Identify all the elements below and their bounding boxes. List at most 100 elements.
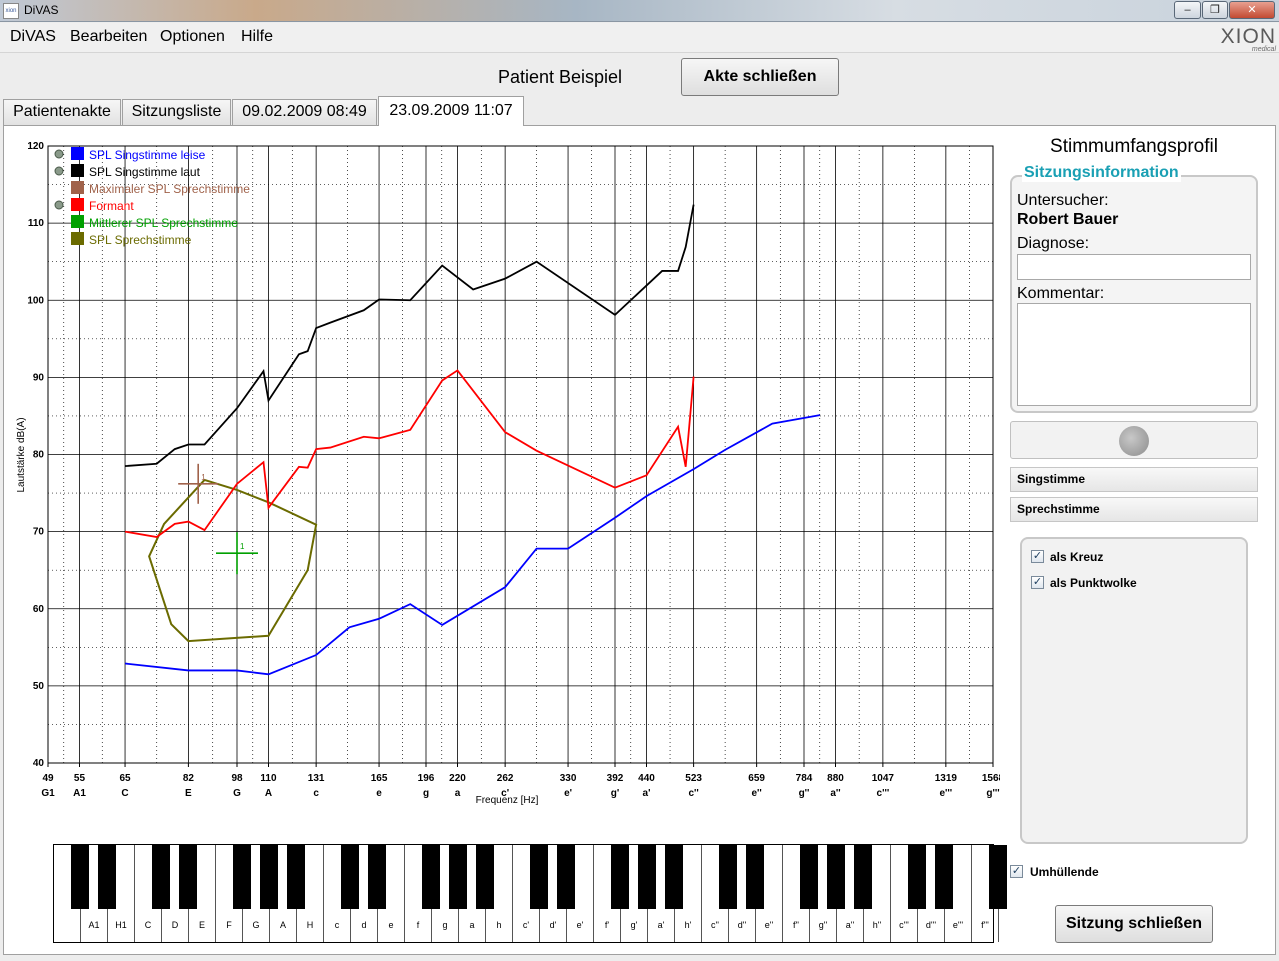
close-session-button[interactable]: Sitzung schließen bbox=[1055, 905, 1213, 943]
y-tick-label: 90 bbox=[33, 372, 45, 383]
x-tick-label-note: e''' bbox=[939, 788, 952, 799]
piano-key-label: g'' bbox=[818, 920, 828, 930]
x-tick-label-note: C bbox=[121, 788, 128, 799]
x-tick-label-note: g''' bbox=[986, 788, 999, 799]
piano-key-label: c bbox=[334, 920, 340, 930]
piano-key-label: d' bbox=[549, 920, 557, 930]
piano-black-key[interactable] bbox=[179, 845, 197, 909]
piano-black-key[interactable] bbox=[800, 845, 818, 909]
x-tick-label-note: a'' bbox=[830, 788, 840, 799]
legend-label: Mittlerer SPL Sprechstimme bbox=[89, 216, 238, 230]
x-tick-label-hz: 165 bbox=[371, 773, 388, 784]
legend-swatch bbox=[71, 232, 84, 245]
xion-logo: XION medical bbox=[1220, 25, 1276, 53]
legend-label: Formant bbox=[89, 199, 134, 213]
piano-black-key[interactable] bbox=[719, 845, 737, 909]
piano-black-key[interactable] bbox=[854, 845, 872, 909]
piano-black-key[interactable] bbox=[530, 845, 548, 909]
als-kreuz-checkbox[interactable]: ✓ bbox=[1031, 550, 1044, 563]
maximize-button[interactable]: ❐ bbox=[1202, 1, 1228, 19]
piano-black-key[interactable] bbox=[422, 845, 440, 909]
piano-black-key[interactable] bbox=[368, 845, 386, 909]
panel-title: Stimmumfangsprofil bbox=[1050, 136, 1218, 157]
x-tick-label-note: e'' bbox=[751, 788, 761, 799]
diagnosis-label: Diagnose: bbox=[1017, 235, 1090, 252]
x-tick-label-hz: 392 bbox=[607, 773, 624, 784]
piano-black-key[interactable] bbox=[476, 845, 494, 909]
x-tick-label-note: A bbox=[265, 788, 272, 799]
legend-label: SPL Sprechstimme bbox=[89, 233, 192, 247]
piano-black-key[interactable] bbox=[665, 845, 683, 909]
y-tick-label: 80 bbox=[33, 450, 45, 461]
piano-keyboard[interactable]: A1 H1 C D E F G A Hc d e f g a h c' d' e' f' g' a' h' c'' d'' e'… bbox=[53, 844, 1007, 943]
sprechstimme-section[interactable]: Sprechstimme bbox=[1010, 497, 1258, 522]
als-punktwolke-label: als Punktwolke bbox=[1050, 576, 1137, 590]
legend-swatch bbox=[71, 198, 84, 211]
y-tick-label: 40 bbox=[33, 758, 45, 769]
comment-field[interactable] bbox=[1017, 303, 1251, 406]
x-tick-label-note: e bbox=[376, 788, 382, 799]
piano-black-key[interactable] bbox=[746, 845, 764, 909]
legend-label: SPL Singstimme leise bbox=[89, 148, 206, 162]
x-tick-label-hz: 49 bbox=[42, 773, 54, 784]
x-tick-label-hz: 196 bbox=[418, 773, 435, 784]
piano-key-label: e bbox=[388, 920, 394, 930]
x-tick-label-hz: 55 bbox=[74, 773, 86, 784]
legend-visibility-icon bbox=[54, 149, 64, 159]
x-tick-label-hz: 1568 bbox=[982, 773, 1000, 784]
legend-visibility-icon bbox=[54, 200, 64, 210]
piano-black-key[interactable] bbox=[935, 845, 953, 909]
piano-key-label: A1 bbox=[88, 920, 100, 930]
piano-key-label: f bbox=[416, 920, 420, 930]
x-tick-label-hz: 440 bbox=[638, 773, 655, 784]
piano-key-label: f''' bbox=[981, 920, 989, 930]
piano-black-key[interactable] bbox=[638, 845, 656, 909]
piano-key-label: D bbox=[171, 920, 179, 930]
piano-black-key[interactable] bbox=[152, 845, 170, 909]
legend-swatch bbox=[71, 215, 84, 228]
tab-session-2009-09-23[interactable]: 23.09.2009 11:07 bbox=[378, 96, 524, 126]
x-tick-label-hz: 131 bbox=[308, 773, 325, 784]
als-kreuz-label: als Kreuz bbox=[1050, 550, 1104, 564]
y-tick-label: 110 bbox=[28, 218, 45, 229]
umhuellende-checkbox[interactable]: ✓ bbox=[1010, 865, 1023, 878]
piano-black-key[interactable] bbox=[98, 845, 116, 909]
piano-black-key[interactable] bbox=[908, 845, 926, 909]
piano-black-key[interactable] bbox=[341, 845, 359, 909]
als-punktwolke-checkbox[interactable]: ✓ bbox=[1031, 576, 1044, 589]
piano-black-key[interactable] bbox=[287, 845, 305, 909]
x-tick-label-hz: 1319 bbox=[935, 773, 958, 784]
piano-black-key[interactable] bbox=[260, 845, 278, 909]
piano-black-key[interactable] bbox=[71, 845, 89, 909]
x-tick-label-hz: 330 bbox=[560, 773, 577, 784]
y-axis-label: Lautstärke dB(A) bbox=[16, 417, 27, 492]
piano-black-key[interactable] bbox=[611, 845, 629, 909]
piano-black-key[interactable] bbox=[233, 845, 251, 909]
marker-label-1: 1 bbox=[240, 542, 245, 551]
y-tick-label: 100 bbox=[27, 295, 44, 306]
y-tick-label: 70 bbox=[33, 527, 45, 538]
x-tick-label-note: a bbox=[455, 788, 461, 799]
y-tick-label: 120 bbox=[27, 141, 44, 152]
umhuellende-label: Umhüllende bbox=[1030, 865, 1099, 879]
x-tick-label-hz: 65 bbox=[119, 773, 131, 784]
x-tick-label-note: g bbox=[423, 788, 429, 799]
piano-key-label: d bbox=[361, 920, 367, 930]
x-tick-label-note: a' bbox=[643, 788, 651, 799]
piano-key-label: H bbox=[306, 920, 314, 930]
x-axis-label: Frequenz [Hz] bbox=[476, 795, 539, 806]
piano-key-label: d'' bbox=[737, 920, 747, 930]
x-tick-label-hz: 784 bbox=[796, 773, 813, 784]
x-tick-label-note: e' bbox=[564, 788, 572, 799]
x-tick-label-hz: 262 bbox=[497, 773, 514, 784]
singstimme-section[interactable]: Singstimme bbox=[1010, 467, 1258, 492]
close-window-button[interactable]: ✕ bbox=[1229, 1, 1275, 19]
piano-black-key[interactable] bbox=[557, 845, 575, 909]
piano-key-label: g bbox=[442, 920, 448, 930]
diagnosis-field[interactable] bbox=[1017, 254, 1251, 280]
piano-black-key[interactable] bbox=[449, 845, 467, 909]
x-tick-label-hz: 110 bbox=[260, 773, 277, 784]
piano-black-key[interactable] bbox=[989, 845, 1007, 909]
piano-black-key[interactable] bbox=[827, 845, 845, 909]
minimize-button[interactable]: – bbox=[1174, 1, 1201, 19]
